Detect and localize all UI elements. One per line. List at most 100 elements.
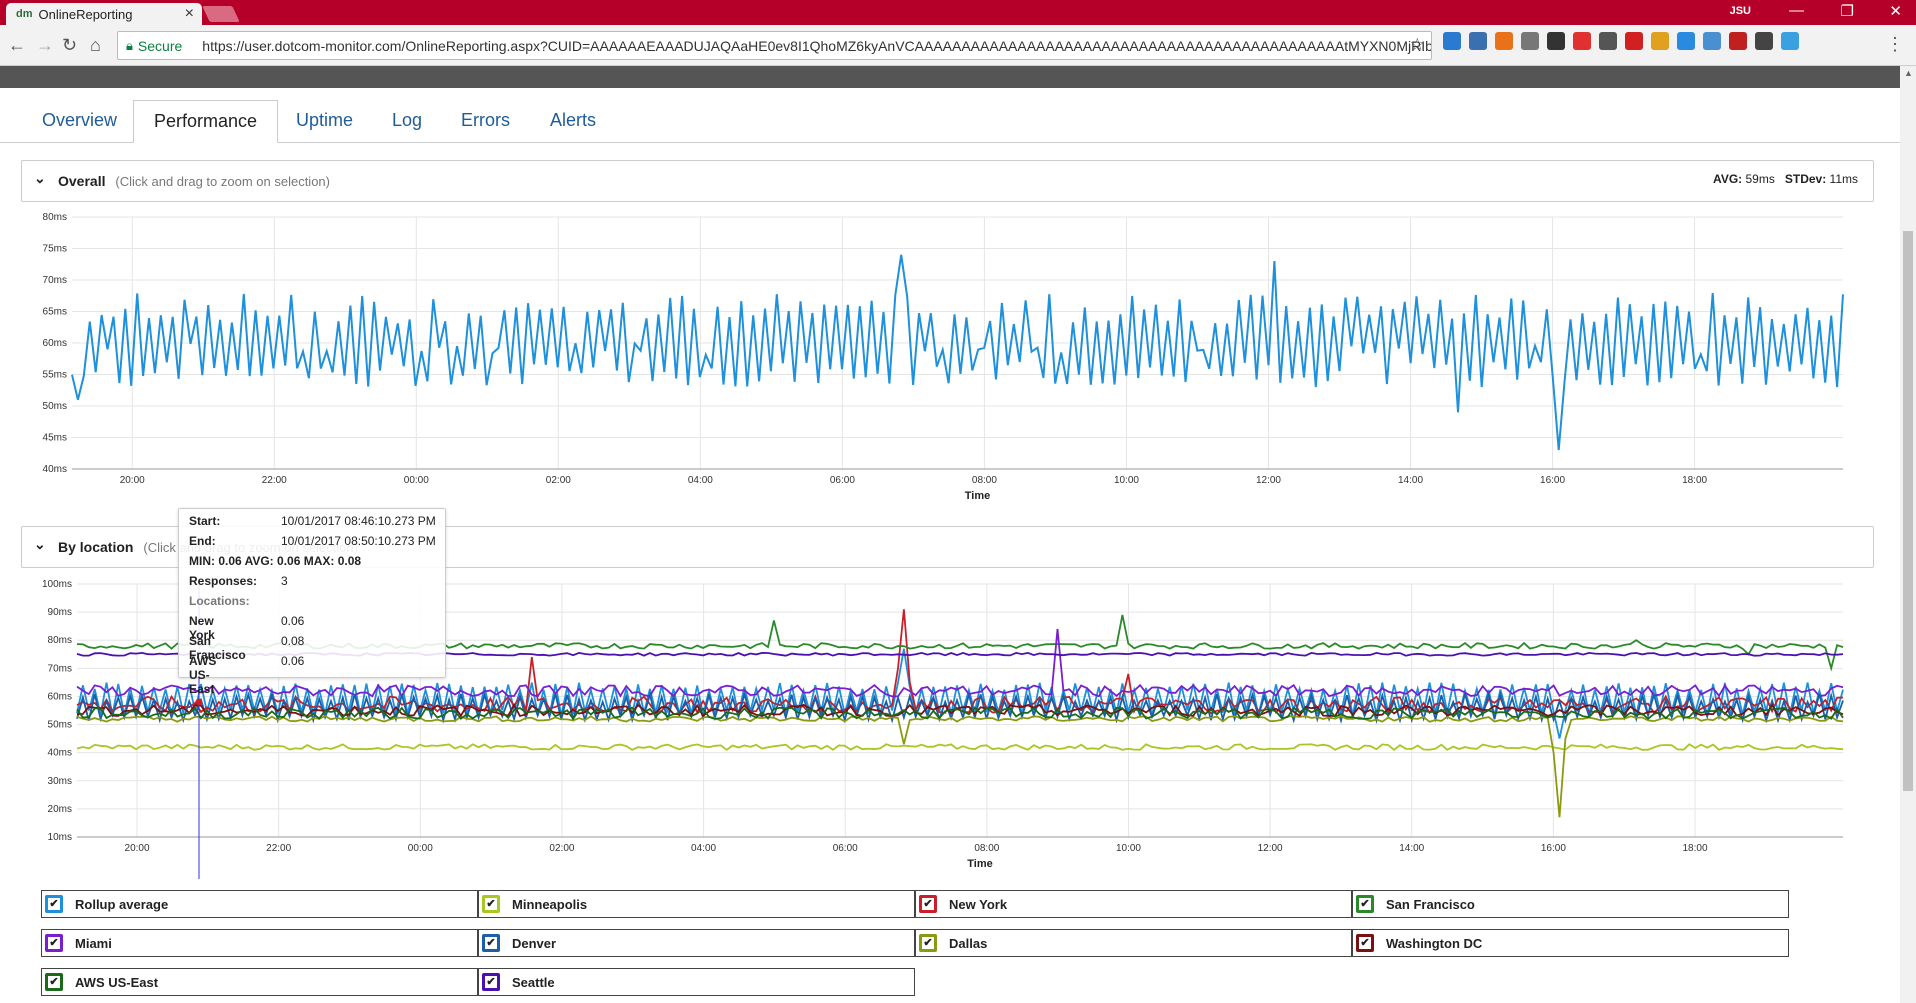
restore-icon[interactable]: ❐ (1841, 2, 1854, 20)
browser-toolbar: ← → ↻ ⌂ 🔒︎ Secure https://user.dotcom-mo… (0, 25, 1916, 66)
extension-icon[interactable] (1677, 32, 1695, 50)
y-tick-label: 55ms (43, 370, 67, 381)
legend-label: Seattle (512, 974, 555, 990)
browser-menu-icon[interactable]: ⋮ (1886, 34, 1904, 55)
x-tick-label: 06:00 (833, 843, 858, 854)
legend-item[interactable]: ✔ Washington DC (1352, 929, 1789, 957)
page-scrollbar[interactable]: ▲ (1900, 66, 1916, 1003)
check-icon: ✔ (485, 937, 497, 949)
back-icon[interactable]: ← (8, 35, 26, 56)
legend-checkbox[interactable]: ✔ (482, 973, 500, 991)
legend-item[interactable]: ✔ Dallas (915, 929, 1352, 957)
overall-chart[interactable]: 20:00 22:00 00:00 02:00 04:00 06:00 08:00 10:00… (0, 205, 1900, 510)
x-tick-label: 16:00 (1540, 475, 1565, 486)
scrollbar-thumb[interactable] (1903, 231, 1913, 791)
tab-log[interactable]: Log (372, 100, 442, 140)
legend-checkbox[interactable]: ✔ (45, 895, 63, 913)
new-tab-button[interactable] (202, 6, 240, 22)
legend-item[interactable]: ✔ New York (915, 890, 1352, 918)
x-tick-label: 08:00 (972, 475, 997, 486)
browser-tab-title: OnlineReporting (38, 6, 133, 22)
extension-icon[interactable] (1755, 32, 1773, 50)
tab-performance[interactable]: Performance (133, 100, 279, 143)
extension-icon[interactable] (1469, 32, 1487, 50)
extension-icon[interactable] (1521, 32, 1539, 50)
x-tick-label: 18:00 (1682, 843, 1707, 854)
x-tick-label: 14:00 (1398, 475, 1423, 486)
legend-checkbox[interactable]: ✔ (919, 934, 937, 952)
browser-tab[interactable]: dm OnlineReporting × (6, 3, 202, 25)
legend-item[interactable]: ✔ Seattle (478, 968, 915, 996)
page-header-strip (0, 66, 1900, 88)
legend-checkbox[interactable]: ✔ (482, 895, 500, 913)
legend-label: San Francisco (1386, 896, 1475, 912)
tab-alerts[interactable]: Alerts (530, 100, 616, 140)
extension-icon[interactable] (1573, 32, 1591, 50)
overall-title: Overall (Click and drag to zoom on selec… (58, 173, 330, 189)
extension-icon[interactable] (1651, 32, 1669, 50)
y-tick-label: 50ms (43, 401, 67, 412)
minimize-icon[interactable]: — (1789, 2, 1804, 19)
y-tick-label: 20ms (48, 804, 72, 815)
legend-checkbox[interactable]: ✔ (482, 934, 500, 952)
legend-item[interactable]: ✔ AWS US-East (41, 968, 478, 996)
extension-icon[interactable] (1625, 32, 1643, 50)
x-tick-label: 22:00 (262, 475, 287, 486)
url-text: https://user.dotcom-monitor.com/OnlineRe… (202, 37, 1432, 54)
x-tick-label: 18:00 (1682, 475, 1707, 486)
legend-checkbox[interactable]: ✔ (919, 895, 937, 913)
y-tick-label: 40ms (48, 748, 72, 759)
home-icon[interactable]: ⌂ (90, 35, 101, 56)
y-tick-label: 60ms (43, 338, 67, 349)
location-series-line (76, 743, 1844, 751)
extension-icon[interactable] (1729, 32, 1747, 50)
y-tick-label: 40ms (43, 464, 67, 475)
overall-panel-header[interactable]: ⌄ Overall (Click and drag to zoom on sel… (21, 160, 1874, 202)
x-tick-label: 08:00 (974, 843, 999, 854)
legend-checkbox[interactable]: ✔ (1356, 934, 1374, 952)
legend-item[interactable]: ✔ Miami (41, 929, 478, 957)
legend-checkbox[interactable]: ✔ (1356, 895, 1374, 913)
legend-item[interactable]: ✔ Minneapolis (478, 890, 915, 918)
tab-errors[interactable]: Errors (441, 100, 530, 140)
tab-overview[interactable]: Overview (22, 100, 137, 140)
check-icon: ✔ (922, 937, 934, 949)
forward-icon[interactable]: → (36, 35, 54, 56)
scroll-up-icon[interactable]: ▲ (1904, 68, 1913, 78)
legend-label: Denver (512, 935, 557, 951)
x-tick-label: 04:00 (691, 843, 716, 854)
extension-icon[interactable] (1443, 32, 1461, 50)
close-tab-icon[interactable]: × (185, 5, 194, 23)
legend-label: Miami (75, 935, 112, 951)
y-tick-label: 30ms (48, 776, 72, 787)
x-tick-label: 04:00 (688, 475, 713, 486)
check-icon: ✔ (48, 937, 60, 949)
address-bar[interactable]: 🔒︎ Secure https://user.dotcom-monitor.co… (117, 31, 1432, 60)
legend-label: Washington DC (1386, 935, 1483, 951)
profile-badge[interactable]: JSU (1730, 5, 1751, 17)
site-favicon: dm (16, 8, 33, 20)
chevron-down-icon[interactable]: ⌄ (34, 170, 46, 187)
reload-icon[interactable]: ↻ (62, 35, 77, 56)
tab-uptime[interactable]: Uptime (276, 100, 373, 140)
y-tick-label: 75ms (43, 244, 67, 255)
legend-checkbox[interactable]: ✔ (45, 973, 63, 991)
x-tick-label: 00:00 (408, 843, 433, 854)
extension-icon[interactable] (1703, 32, 1721, 50)
legend-checkbox[interactable]: ✔ (45, 934, 63, 952)
legend-item[interactable]: ✔ Rollup average (41, 890, 478, 918)
legend-label: Dallas (949, 935, 988, 951)
check-icon: ✔ (922, 898, 934, 910)
chevron-down-icon[interactable]: ⌄ (34, 536, 46, 553)
legend-item[interactable]: ✔ Denver (478, 929, 915, 957)
y-tick-label: 80ms (43, 212, 67, 223)
close-window-icon[interactable]: ✕ (1889, 2, 1902, 20)
extension-icon[interactable] (1781, 32, 1799, 50)
extension-icon[interactable] (1495, 32, 1513, 50)
y-tick-label: 100ms (42, 579, 72, 590)
x-tick-label: 16:00 (1541, 843, 1566, 854)
bookmark-star-icon[interactable]: ☆ (1410, 35, 1425, 55)
extension-icon[interactable] (1547, 32, 1565, 50)
legend-item[interactable]: ✔ San Francisco (1352, 890, 1789, 918)
extension-icon[interactable] (1599, 32, 1617, 50)
